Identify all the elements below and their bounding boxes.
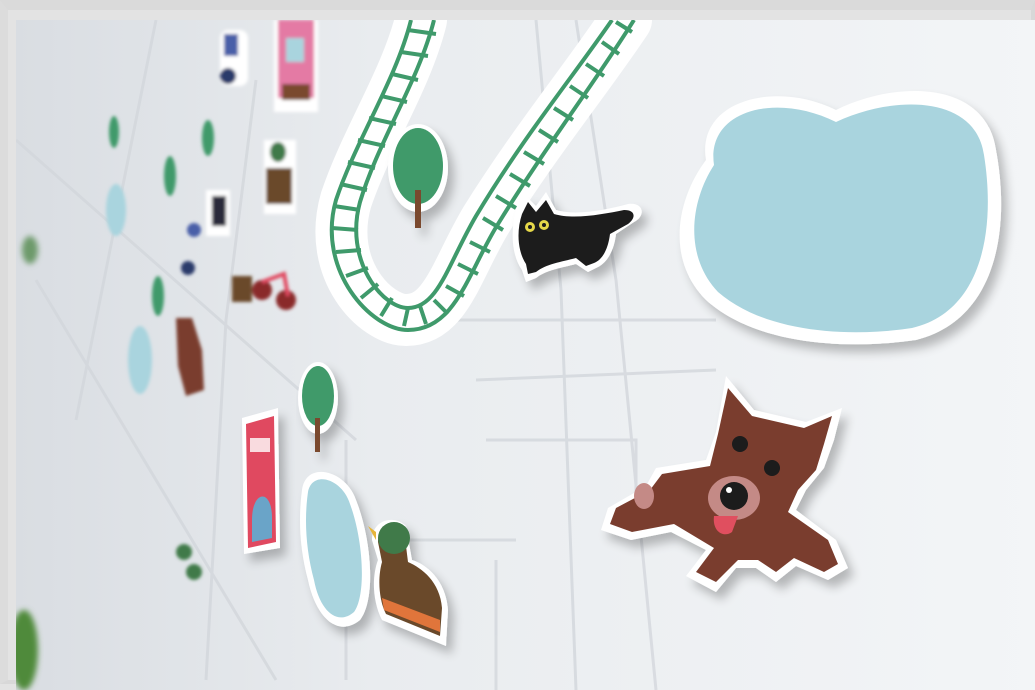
photo-frame: [0, 0, 1035, 690]
pond-sticker: [679, 90, 1002, 345]
photo-scene: [16, 20, 1035, 690]
house-sticker: [242, 408, 280, 554]
wall-sticker-photo: [16, 20, 1035, 690]
